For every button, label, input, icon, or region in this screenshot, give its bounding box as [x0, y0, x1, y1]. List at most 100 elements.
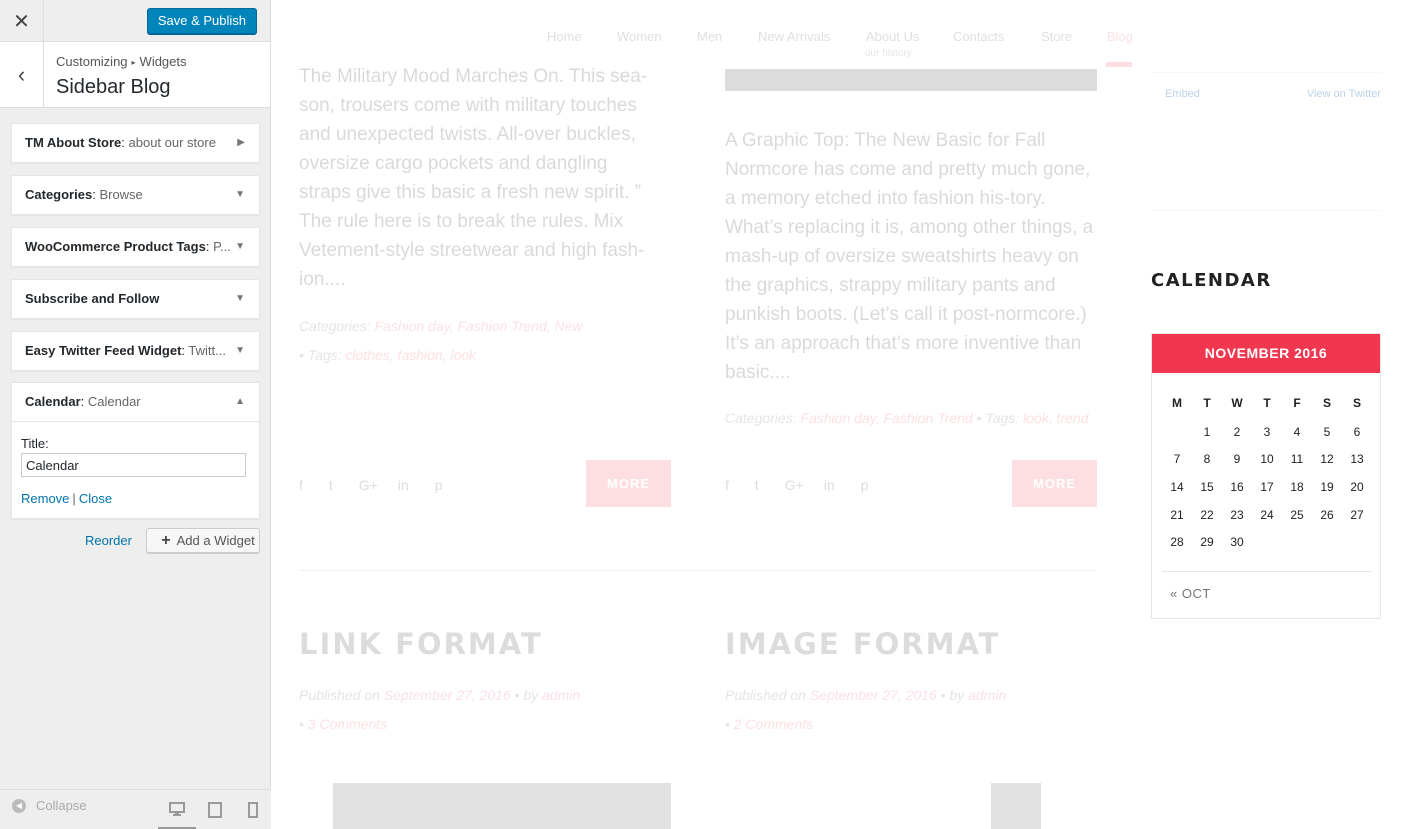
linkedin-icon[interactable]: in [824, 477, 835, 493]
more-button[interactable]: MORE [1012, 460, 1097, 507]
nav-men[interactable]: Men [697, 29, 722, 44]
view-on-twitter-link[interactable]: View on Twitter [1307, 88, 1381, 100]
calendar-day: 19 [1320, 479, 1334, 494]
collapse-button[interactable]: ◀ Collapse [12, 798, 87, 813]
google-plus-icon[interactable]: G+ [359, 477, 378, 493]
expand-arrow-icon[interactable]: ▼ [235, 280, 245, 318]
post-date[interactable]: September 27, 2016 [810, 687, 937, 703]
calendar-days: 1 2 3 4 5 6 7 8 9 10 11 12 13 14 15 16 17 18 19 20 21 22 23 24 2… [1162, 418, 1372, 556]
pinterest-icon[interactable]: p [861, 477, 869, 493]
calendar-day: 1 [1203, 424, 1211, 439]
calendar-day: 27 [1350, 507, 1364, 522]
post-tags: • Tags: clothes, fashion, look [299, 347, 477, 363]
app-window: ✕ Save & Publish ‹ Customizing ▸ Widgets S… [0, 0, 1409, 829]
calendar-day: 14 [1170, 479, 1184, 494]
back-arrow-icon[interactable]: ‹ [0, 42, 44, 108]
calendar-day: 26 [1320, 507, 1334, 522]
widget-calendar[interactable]: Calendar: Calendar▲ Title: Remove|Close [11, 382, 260, 519]
calendar-heading: CALENDAR [1151, 270, 1272, 291]
post-comments: • 2 Comments [725, 716, 814, 732]
post-image [333, 783, 671, 829]
expand-arrow-icon[interactable]: ▶ [237, 124, 245, 162]
nav-about-us[interactable]: About Us [866, 29, 919, 44]
widget-twitter-feed[interactable]: Easy Twitter Feed Widget: Twitt... ▼ [11, 331, 260, 371]
expand-arrow-icon[interactable]: ▼ [235, 228, 245, 266]
reorder-link[interactable]: Reorder [85, 533, 132, 548]
comments-link[interactable]: 3 Comments [308, 716, 387, 732]
widget-header[interactable]: Easy Twitter Feed Widget: Twitt... ▼ [12, 332, 259, 370]
post-image-strip [725, 69, 1097, 91]
calendar-day: 17 [1260, 479, 1274, 494]
category-links[interactable]: Fashion day, Fashion Trend [800, 410, 972, 426]
calendar-day: 16 [1230, 479, 1244, 494]
google-plus-icon[interactable]: G+ [785, 477, 804, 493]
widget-tm-about-store[interactable]: TM About Store: about our store ▶ [11, 123, 260, 163]
calendar-day: 23 [1230, 507, 1244, 522]
widget-header[interactable]: Categories: Browse ▼ [12, 176, 259, 214]
calendar-day: 24 [1260, 507, 1274, 522]
site-nav: Home Women Men New Arrivals About Us our… [271, 0, 1409, 70]
close-link[interactable]: Close [79, 491, 112, 506]
category-links[interactable]: Fashion day, Fashion Trend, New [374, 318, 582, 334]
post-excerpt: The Military Mood Marches On. This sea-s… [299, 66, 648, 290]
widget-header[interactable]: Subscribe and Follow ▼ [12, 280, 259, 318]
calendar-empty-cell [1162, 418, 1192, 446]
expand-arrow-icon[interactable]: ▼ [235, 176, 245, 214]
nav-home[interactable]: Home [547, 29, 582, 44]
tag-links[interactable]: look, trend [1023, 410, 1088, 426]
nav-store[interactable]: Store [1041, 29, 1072, 44]
post-title[interactable]: IMAGE FORMAT [725, 627, 1000, 661]
sidebar-divider [1151, 210, 1381, 211]
post-author[interactable]: admin [968, 687, 1006, 703]
pinterest-icon[interactable]: p [435, 477, 443, 493]
tablet-preview-icon[interactable] [196, 790, 234, 829]
title-input[interactable] [21, 453, 246, 477]
post-meta: Published on September 27, 2016 • by adm… [299, 687, 581, 703]
calendar-day: 13 [1350, 452, 1364, 467]
tags-label: Tags: [307, 347, 342, 363]
desktop-preview-icon[interactable] [158, 790, 196, 829]
embed-link[interactable]: Embed [1165, 88, 1200, 100]
post-author[interactable]: admin [542, 687, 580, 703]
close-icon[interactable]: ✕ [0, 0, 44, 42]
linkedin-icon[interactable]: in [398, 477, 409, 493]
widget-product-tags[interactable]: WooCommerce Product Tags: P... ▼ [11, 227, 260, 267]
weekday-header: S [1322, 396, 1331, 410]
widget-categories[interactable]: Categories: Browse ▼ [11, 175, 260, 215]
tags-label: Tags: [985, 410, 1020, 426]
widget-header[interactable]: WooCommerce Product Tags: P... ▼ [12, 228, 259, 266]
widget-subscribe-follow[interactable]: Subscribe and Follow ▼ [11, 279, 260, 319]
breadcrumb-current: Widgets [139, 54, 187, 69]
calendar-month: NOVEMBER 2016 [1152, 334, 1380, 373]
breadcrumb: Customizing ▸ Widgets [56, 54, 187, 69]
widget-name: Categories [25, 187, 93, 202]
calendar-day: 6 [1353, 424, 1361, 439]
remove-link[interactable]: Remove [21, 491, 69, 506]
weekday-header: M [1172, 396, 1182, 410]
tag-links[interactable]: clothes, fashion, look [345, 347, 476, 363]
twitter-icon[interactable]: t [755, 477, 759, 493]
calendar-prev-month-link[interactable]: « OCT [1170, 586, 1211, 601]
post-date[interactable]: September 27, 2016 [384, 687, 511, 703]
calendar-day: 9 [1233, 452, 1241, 467]
facebook-icon[interactable]: f [299, 477, 303, 493]
collapse-arrow-icon[interactable]: ▲ [235, 383, 245, 421]
twitter-icon[interactable]: t [329, 477, 333, 493]
nav-contacts[interactable]: Contacts [953, 29, 1004, 44]
facebook-icon[interactable]: f [725, 477, 729, 493]
nav-blog[interactable]: Blog [1107, 29, 1133, 44]
calendar-day: 11 [1290, 452, 1304, 467]
add-widget-button[interactable]: + Add a Widget [146, 528, 260, 553]
nav-women[interactable]: Women [617, 29, 662, 44]
widget-header[interactable]: TM About Store: about our store ▶ [12, 124, 259, 162]
widget-header[interactable]: Calendar: Calendar ▲ [12, 383, 259, 421]
post-title[interactable]: LINK FORMAT [299, 627, 543, 661]
calendar-empty-cell [1312, 528, 1342, 556]
nav-new-arrivals[interactable]: New Arrivals [758, 29, 830, 44]
expand-arrow-icon[interactable]: ▼ [235, 332, 245, 370]
mobile-preview-icon[interactable] [234, 790, 272, 829]
calendar-day: 18 [1290, 479, 1304, 494]
more-button[interactable]: MORE [586, 460, 671, 507]
save-publish-button[interactable]: Save & Publish [146, 8, 257, 34]
comments-link[interactable]: 2 Comments [734, 716, 813, 732]
